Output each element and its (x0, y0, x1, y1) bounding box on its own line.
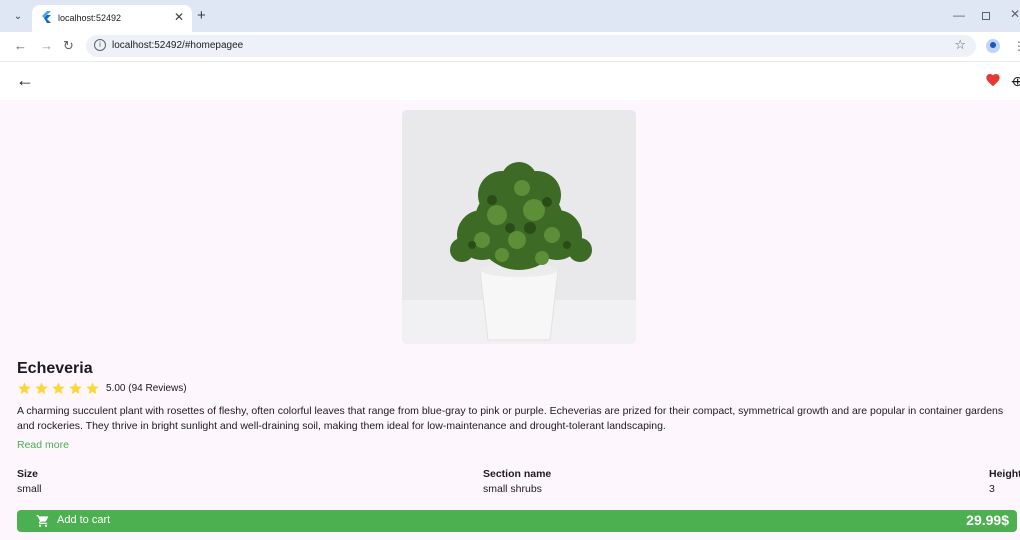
star-icon (69, 381, 82, 394)
star-icon (18, 381, 31, 394)
shopping-cart-icon (36, 515, 49, 527)
flutter-favicon (42, 11, 51, 23)
spec-height-label: Height (989, 468, 1020, 480)
back-arrow-icon[interactable]: ← (14, 38, 27, 53)
product-name: Echeveria (17, 360, 93, 377)
close-window-icon[interactable]: ✕ (1010, 7, 1020, 21)
app-bar: ← ⟴ (0, 62, 1020, 100)
back-arrow-icon[interactable]: ← (16, 70, 34, 91)
spec-height-value: 3 (989, 483, 995, 495)
add-to-cart-label: Add to cart (57, 514, 111, 526)
spec-section-label: Section name (483, 468, 552, 480)
add-to-cart-button[interactable]: Add to cart 29.99$ (17, 510, 1017, 532)
read-more-link[interactable]: Read more (17, 439, 69, 451)
profile-icon[interactable] (986, 39, 1000, 53)
reload-icon[interactable]: ↻ (63, 38, 74, 54)
share-icon[interactable]: ⟴ (1011, 73, 1020, 90)
star-icon (35, 381, 48, 394)
browser-tab[interactable]: localhost:52492 ✕ (32, 5, 192, 32)
browser-toolbar: ← → ↻ i localhost:52492/#homepagee ☆ ⋮ (0, 32, 1020, 62)
url-text[interactable]: localhost:52492/#homepagee (112, 40, 243, 51)
spec-size-value: small (17, 483, 42, 495)
star-icon[interactable]: ☆ (954, 37, 966, 53)
minimize-icon[interactable]: — (953, 8, 965, 22)
tab-title: localhost:52492 (58, 13, 122, 23)
heart-icon[interactable] (985, 72, 1001, 88)
rating-text: 5.00 (94 Reviews) (106, 382, 187, 394)
browser-tab-bar: ⌄ localhost:52492 ✕ + — ✕ (0, 0, 1020, 32)
price: 29.99$ (966, 512, 1009, 528)
info-icon[interactable]: i (94, 39, 106, 51)
restore-icon[interactable] (982, 12, 990, 20)
spec-size-label: Size (17, 468, 39, 480)
close-icon[interactable]: ✕ (174, 10, 184, 24)
address-bar[interactable]: i localhost:52492/#homepagee ☆ (86, 35, 976, 57)
star-icon (52, 381, 65, 394)
menu-icon[interactable]: ⋮ (1013, 39, 1020, 53)
product-image (402, 110, 636, 344)
forward-arrow-icon[interactable]: → (40, 38, 53, 53)
star-icon (86, 381, 99, 394)
spec-section-value: small shrubs (483, 483, 542, 495)
product-description: A charming succulent plant with rosettes… (17, 405, 1004, 432)
rating: 5.00 (94 Reviews) (17, 380, 187, 396)
plus-icon[interactable]: + (197, 7, 206, 24)
tab-list-icon[interactable]: ⌄ (10, 9, 26, 25)
